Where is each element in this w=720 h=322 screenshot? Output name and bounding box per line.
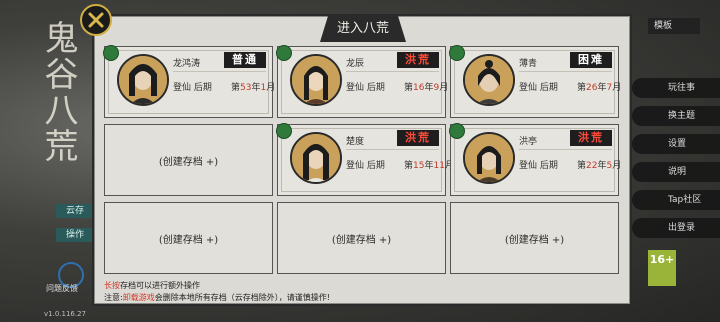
cloud-save-button[interactable]: 云存 — [56, 204, 94, 218]
jade-icon — [449, 45, 465, 61]
character-name: 龙鸿涛 — [173, 59, 201, 69]
character-portrait — [463, 54, 515, 106]
notes: 长按存档可以进行额外操作 注意:卸载游戏会删除本地所有存档（云存档除外），请谨慎… — [104, 280, 330, 304]
save-slot-2[interactable]: 龙辰 洪荒 登仙 后期 第16年9月 — [276, 45, 449, 118]
age-rating-badge: 16+ — [648, 250, 676, 286]
right-menu: 玩往事 换主题 设置 说明 Tap社区 出登录 — [632, 78, 720, 246]
save-slot-1[interactable]: 龙鸿涛 普通 登仙 后期 第53年1月 — [103, 45, 276, 118]
game-date: 第26年7月 — [577, 83, 622, 93]
character-name: 楚度 — [346, 137, 365, 147]
create-save-label: (创建存档 +) — [158, 234, 219, 246]
create-save-label: (创建存档 +) — [504, 234, 565, 246]
character-name: 薄青 — [519, 59, 538, 69]
right-menu-item-5[interactable]: 出登录 — [632, 218, 720, 238]
right-menu-item-0[interactable]: 玩往事 — [632, 78, 720, 98]
save-slot-6[interactable]: 洪亭 洪荒 登仙 后期 第22年5月 — [449, 123, 622, 196]
dropdown[interactable]: 模板 — [648, 18, 700, 34]
save-select-panel: 进入八荒 龙鸿涛 普通 登仙 后期 第53年1月 龙辰 洪荒 登仙 后期 第16… — [92, 14, 632, 306]
cultivation-realm: 登仙 后期 — [173, 83, 212, 93]
save-slot-4-empty[interactable]: (创建存档 +) — [104, 124, 273, 196]
game-date: 第53年1月 — [231, 83, 276, 93]
save-slot-8-empty[interactable]: (创建存档 +) — [277, 202, 446, 274]
save-slot-7-empty[interactable]: (创建存档 +) — [104, 202, 273, 274]
cultivation-realm: 登仙 后期 — [346, 161, 385, 171]
character-name: 龙辰 — [346, 59, 365, 69]
create-save-label: (创建存档 +) — [158, 156, 219, 168]
character-name: 洪亭 — [519, 137, 538, 147]
difficulty-badge: 普通 — [224, 52, 266, 68]
save-slot-grid: 龙鸿涛 普通 登仙 后期 第53年1月 龙辰 洪荒 登仙 后期 第16年9月 薄… — [103, 45, 622, 274]
save-slot-5[interactable]: 楚度 洪荒 登仙 后期 第15年11月 — [276, 123, 454, 196]
difficulty-badge: 洪荒 — [397, 130, 439, 146]
game-date: 第15年11月 — [404, 161, 454, 171]
create-save-label: (创建存档 +) — [331, 234, 392, 246]
cultivation-realm: 登仙 后期 — [519, 83, 558, 93]
cultivation-realm: 登仙 后期 — [519, 161, 558, 171]
jade-icon — [103, 45, 119, 61]
panel-title: 进入八荒 — [320, 14, 406, 42]
jade-icon — [276, 45, 292, 61]
jade-icon — [449, 123, 465, 139]
divider — [346, 71, 439, 72]
game-date: 第16年9月 — [404, 83, 449, 93]
character-portrait — [463, 132, 515, 184]
right-menu-item-3[interactable]: 说明 — [632, 162, 720, 182]
divider — [346, 149, 439, 150]
version-label: v1.0.116.27 — [44, 310, 86, 318]
character-portrait — [117, 54, 169, 106]
note-uninstall-warning: 注意:卸载游戏会删除本地所有存档（云存档除外），请谨慎操作! — [104, 293, 330, 302]
feedback-label[interactable]: 问题反馈 — [46, 283, 78, 294]
game-date: 第22年5月 — [577, 161, 622, 171]
right-menu-item-1[interactable]: 换主题 — [632, 106, 720, 126]
cultivation-realm: 登仙 后期 — [346, 83, 385, 93]
difficulty-badge: 困难 — [570, 52, 612, 68]
jade-icon — [276, 123, 292, 139]
close-icon — [88, 12, 104, 28]
character-portrait — [290, 54, 342, 106]
divider — [519, 149, 612, 150]
character-portrait — [290, 132, 342, 184]
close-button[interactable] — [80, 4, 112, 36]
save-slot-3[interactable]: 薄青 困难 登仙 后期 第26年7月 — [449, 45, 622, 118]
background-title-art: 鬼谷八荒 — [38, 20, 78, 164]
divider — [173, 71, 266, 72]
difficulty-badge: 洪荒 — [397, 52, 439, 68]
difficulty-badge: 洪荒 — [570, 130, 612, 146]
operation-button[interactable]: 操作 — [56, 228, 94, 242]
divider — [519, 71, 612, 72]
note-long-press: 长按存档可以进行额外操作 — [104, 281, 200, 290]
save-slot-9-empty[interactable]: (创建存档 +) — [450, 202, 619, 274]
right-menu-item-4[interactable]: Tap社区 — [632, 190, 720, 210]
right-menu-item-2[interactable]: 设置 — [632, 134, 720, 154]
